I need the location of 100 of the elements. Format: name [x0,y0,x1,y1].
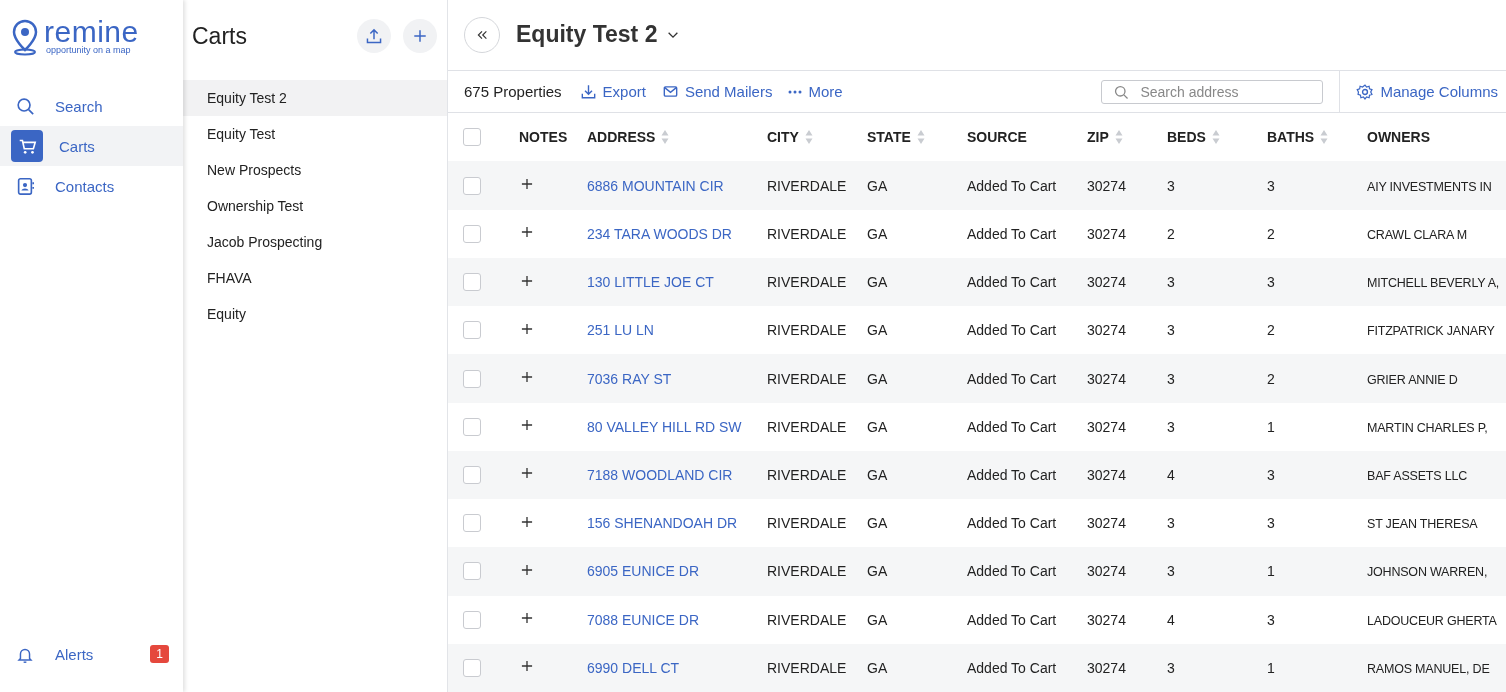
table-cell: 30274 [1087,467,1126,483]
cart-title-dropdown[interactable]: Equity Test 2 [516,21,682,49]
column-header[interactable]: CITY [767,129,799,146]
table-cell: 2 [1267,225,1275,242]
column-header[interactable]: BATHS [1267,129,1315,146]
cart-list-item[interactable]: Equity Test 2 [183,80,447,116]
table-cell: 30274 [1087,659,1126,676]
cart-list-item[interactable]: Equity Test [183,116,447,152]
address-link[interactable]: 7088 EUNICE DR [587,611,700,628]
table-cell: 30274 [1087,370,1126,387]
upload-button[interactable] [357,19,391,53]
row-checkbox[interactable] [463,176,481,195]
table-cell: 2 [1267,322,1275,339]
table-cell: 30274 [1087,515,1126,532]
address-link[interactable]: 80 VALLEY HILL RD SW [587,418,742,435]
table-cell: GA [867,659,888,676]
table-cell: AIY INVESTMENTS IN [1367,179,1492,194]
column-header[interactable]: BEDS [1167,129,1206,146]
row-checkbox[interactable] [463,417,481,436]
table-cell: 3 [1267,177,1275,194]
row-checkbox[interactable] [463,466,481,484]
table-cell: LADOUCEUR GHERTA [1367,613,1497,628]
table-cell: 30274 [1087,274,1126,291]
row-checkbox[interactable] [463,562,481,581]
table-cell: 3 [1167,563,1175,580]
column-header: NOTES [519,129,568,146]
table-cell: RIVERDALE [767,611,847,628]
address-link[interactable]: 6886 MOUNTAIN CIR [587,177,724,194]
table-cell: ST JEAN THERESA [1367,517,1478,532]
column-header[interactable]: STATE [867,129,911,146]
address-link[interactable]: 6905 EUNICE DR [587,563,700,580]
table-cell: RIVERDALE [767,177,847,194]
table-cell: 2 [1267,370,1275,387]
table-cell: 30274 [1087,563,1126,580]
row-checkbox[interactable] [463,514,481,533]
address-link[interactable]: 251 LU LN [587,322,654,339]
toolbar-action[interactable]: More [788,83,843,101]
cart-list-item[interactable]: Ownership Test [183,188,447,224]
table-cell: 3 [1267,274,1275,291]
table-cell: Added To Cart [967,659,1057,676]
search-icon [15,96,35,116]
cart-list-item[interactable]: New Prospects [183,152,447,188]
search-field[interactable]: Search address [1101,79,1324,104]
toolbar-action[interactable]: Export [579,83,646,101]
address-link[interactable]: 6990 DELL CT [587,659,680,676]
row-checkbox[interactable] [463,224,481,243]
table-cell: 30274 [1087,225,1126,242]
collapse-button[interactable] [464,16,500,53]
table-cell: 3 [1267,611,1275,628]
address-link[interactable]: 234 TARA WOODS DR [587,225,732,242]
table-cell: Added To Cart [967,225,1057,242]
table-cell: Added To Cart [967,322,1057,339]
cart-list-item[interactable]: Jacob Prospecting [183,224,447,260]
table-cell: RIVERDALE [767,467,847,483]
row-checkbox[interactable] [463,273,481,292]
alert-count-badge: 1 [150,645,169,663]
address-link[interactable]: 7188 WOODLAND CIR [587,467,733,483]
plus-icon [411,27,429,45]
table-cell: BAF ASSETS LLC [1367,469,1468,483]
table-cell: RIVERDALE [767,225,847,242]
column-header[interactable]: ADDRESS [587,129,656,146]
table-cell: 3 [1167,418,1175,435]
nav-item[interactable]: Contacts [0,166,183,206]
panel-title: Carts [192,22,248,50]
address-link[interactable]: 156 SHENANDOAH DR [587,515,738,532]
nav-item[interactable]: Carts [0,126,183,166]
table-cell: 2 [1167,225,1175,242]
search-icon [1113,83,1130,100]
row-checkbox[interactable] [463,321,481,340]
address-link[interactable]: 7036 RAY ST [587,370,672,387]
table-cell: 3 [1167,659,1175,676]
table-cell: 3 [1267,515,1275,532]
cart-list-item[interactable]: FHAVA [183,260,447,296]
toolbar-action[interactable]: Send Mailers [661,83,773,101]
add-button[interactable] [403,19,437,53]
table-cell: GA [867,177,888,194]
table-cell: 3 [1167,322,1175,339]
row-checkbox[interactable] [463,369,481,388]
map-pin-logo-icon [10,18,40,56]
table-cell: GA [867,467,888,483]
nav-item[interactable]: Search [0,86,183,126]
table-cell: 1 [1267,418,1275,435]
table-cell: GA [867,611,888,628]
manage-columns-button[interactable]: Manage Columns [1339,70,1506,113]
address-link[interactable]: 130 LITTLE JOE CT [587,274,714,291]
table-cell: Added To Cart [967,370,1057,387]
table-cell: GA [867,563,888,580]
table-cell: GA [867,274,888,291]
table-cell: RIVERDALE [767,515,847,532]
row-checkbox[interactable] [463,610,481,629]
row-checkbox[interactable] [463,658,481,677]
nav-item[interactable]: Alerts [55,645,135,663]
table-cell: RIVERDALE [767,563,847,580]
table-cell: CRAWL CLARA M [1367,227,1467,242]
column-header[interactable]: ZIP [1087,129,1109,146]
table-cell: GA [867,370,888,387]
table-cell: Added To Cart [967,274,1057,291]
table-cell: 3 [1167,274,1175,291]
cart-list-item[interactable]: Equity [183,296,447,332]
select-all-checkbox[interactable] [463,128,481,147]
